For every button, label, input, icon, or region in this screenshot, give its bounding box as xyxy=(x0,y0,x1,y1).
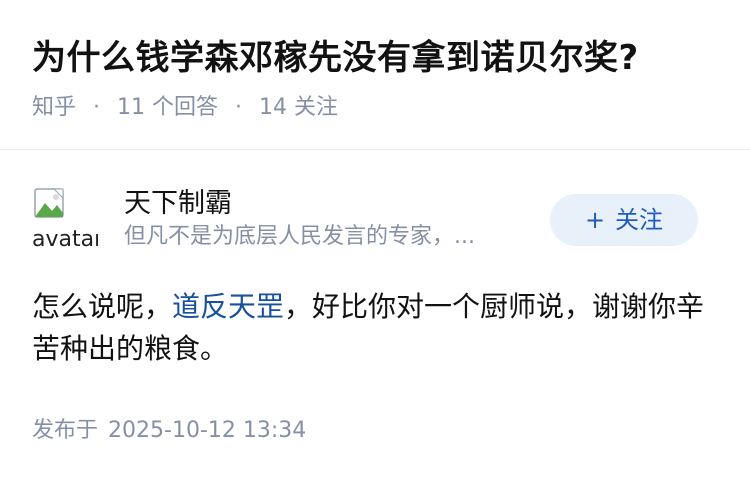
published-label: 发布于 xyxy=(32,418,99,443)
question-meta: 知乎 · 11 个回答 · 14 关注 xyxy=(32,92,718,124)
answer-item: avatar 天下制霸 但凡不是为底层人民发言的专家，... + 关注 怎么说呢，… xyxy=(0,150,750,446)
zhihu-answer-page: 为什么钱学森邓稼先没有拿到诺贝尔奖? 知乎 · 11 个回答 · 14 关注 a… xyxy=(0,0,750,486)
answer-text: 怎么说呢， xyxy=(32,290,173,323)
answers-count[interactable]: 11 xyxy=(117,95,145,120)
follows-count[interactable]: 14 xyxy=(259,95,287,120)
follow-button[interactable]: + 关注 xyxy=(550,194,698,246)
author-name[interactable]: 天下制霸 xyxy=(124,186,544,222)
follow-button-label: 关注 xyxy=(615,206,664,234)
published-time: 2025-10-12 13:34 xyxy=(108,418,307,443)
meta-separator: · xyxy=(235,95,243,120)
follows-label[interactable]: 关注 xyxy=(294,95,338,120)
question-header: 为什么钱学森邓稼先没有拿到诺贝尔奖? 知乎 · 11 个回答 · 14 关注 xyxy=(0,0,750,150)
broken-image-icon xyxy=(34,188,64,218)
avatar-alt-text: avatar xyxy=(32,227,98,252)
plus-icon: + xyxy=(584,206,606,234)
question-title[interactable]: 为什么钱学森邓稼先没有拿到诺贝尔奖? xyxy=(32,34,718,82)
answer-timestamp: 发布于 2025-10-12 13:34 xyxy=(32,416,718,446)
avatar[interactable]: avatar xyxy=(32,186,98,252)
meta-separator: · xyxy=(93,95,101,120)
source-label[interactable]: 知乎 xyxy=(32,95,76,120)
author-row: avatar 天下制霸 但凡不是为底层人民发言的专家，... + 关注 xyxy=(32,186,718,258)
author-info: 天下制霸 但凡不是为底层人民发言的专家，... xyxy=(124,186,544,252)
answers-label[interactable]: 个回答 xyxy=(152,95,218,120)
author-bio: 但凡不是为底层人民发言的专家，... xyxy=(124,224,475,249)
answer-content: 怎么说呢，道反天罡，好比你对一个厨师说，谢谢你辛苦种出的粮食。 xyxy=(32,286,712,370)
answer-link[interactable]: 道反天罡 xyxy=(172,290,284,323)
